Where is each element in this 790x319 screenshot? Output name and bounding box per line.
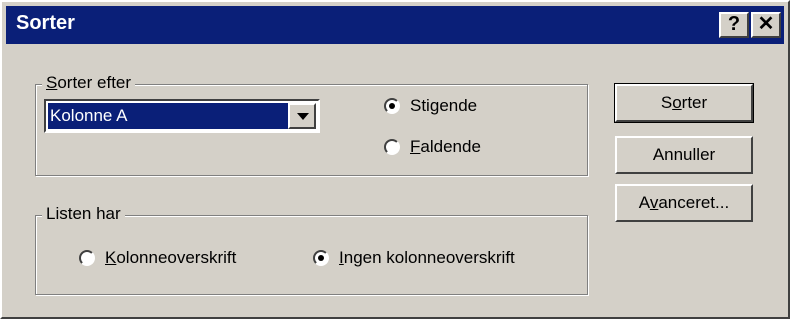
ascending-radio-dot[interactable] xyxy=(384,98,400,114)
chevron-down-icon xyxy=(297,113,309,120)
sort-dialog: Sorter ? ✕ Sorter efter Kolonne A Stigen… xyxy=(0,0,790,319)
ascending-label: Stigende xyxy=(410,96,478,115)
header-radio[interactable]: Kolonneoverskrift xyxy=(79,248,236,268)
column-select-value: Kolonne A xyxy=(48,103,288,129)
no-header-radio[interactable]: Ingen kolonneoverskrift xyxy=(313,248,515,268)
help-button[interactable]: ? xyxy=(719,12,749,38)
close-button[interactable]: ✕ xyxy=(751,12,781,38)
sort-by-group-label: Sorter efter xyxy=(42,73,136,93)
dropdown-arrow-button[interactable] xyxy=(288,103,316,129)
descending-radio[interactable]: Faldende xyxy=(384,137,481,157)
dialog-title: Sorter xyxy=(16,12,75,34)
no-header-label: Ingen kolonneoverskrift xyxy=(339,248,515,267)
descending-label: Faldende xyxy=(410,137,481,156)
title-bar: Sorter ? ✕ xyxy=(6,6,784,44)
header-label: Kolonneoverskrift xyxy=(105,248,237,267)
ascending-radio[interactable]: Stigende xyxy=(384,96,477,116)
cancel-button[interactable]: Annuller xyxy=(615,136,753,174)
sort-button[interactable]: Sorter xyxy=(614,83,754,123)
header-radio-dot[interactable] xyxy=(79,250,95,266)
no-header-radio-dot[interactable] xyxy=(313,250,329,266)
list-has-group-label: Listen har xyxy=(42,204,125,224)
descending-radio-dot[interactable] xyxy=(384,139,400,155)
advanced-button[interactable]: Avanceret... xyxy=(615,184,753,222)
column-select[interactable]: Kolonne A xyxy=(44,99,320,133)
